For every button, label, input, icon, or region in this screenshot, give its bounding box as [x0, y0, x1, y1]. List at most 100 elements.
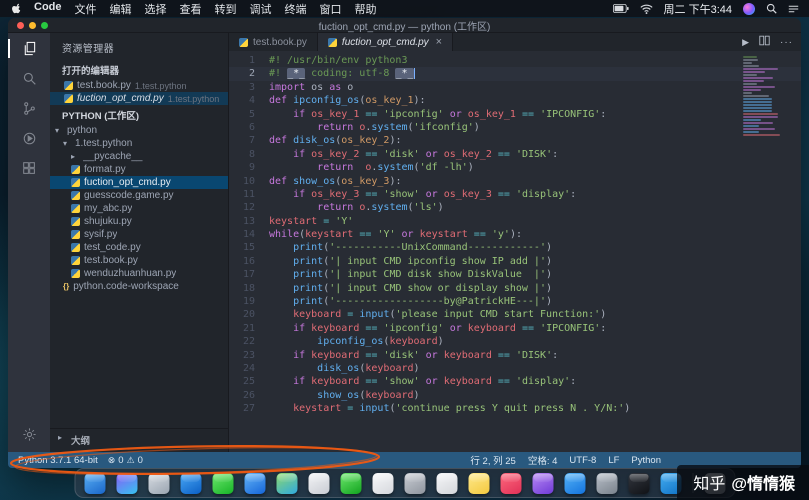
debug-icon[interactable]: [8, 131, 50, 146]
dock-app-maps[interactable]: [276, 472, 297, 494]
line-number[interactable]: 19: [229, 295, 269, 308]
code-line-18[interactable]: 18 print('| input CMD show or display sh…: [229, 282, 801, 295]
open-editors-header[interactable]: 打开的编辑器: [50, 60, 228, 79]
code-line-25[interactable]: 25 if keyboard == 'show' or keyboard == …: [229, 375, 801, 388]
dock-app-app-store[interactable]: [564, 472, 585, 494]
outline-section[interactable]: ▸ 大纲: [50, 428, 228, 452]
line-number[interactable]: 3: [229, 81, 269, 94]
explorer-icon[interactable]: [8, 39, 50, 58]
siri-icon[interactable]: [743, 2, 755, 15]
line-number[interactable]: 16: [229, 255, 269, 268]
problems-indicator[interactable]: ⊗ 0 ⚠ 0: [108, 455, 143, 466]
line-number[interactable]: 18: [229, 282, 269, 295]
tree-item-my_abc.py[interactable]: my_abc.py: [50, 202, 228, 215]
run-file-button[interactable]: ▶: [742, 37, 749, 48]
code-line-6[interactable]: 6 return o.system('ifconfig'): [229, 121, 801, 134]
line-number[interactable]: 23: [229, 349, 269, 362]
python-interpreter-indicator[interactable]: Python 3.7.1 64-bit: [18, 455, 98, 466]
notification-center-icon[interactable]: [788, 4, 799, 14]
code-line-1[interactable]: 1 #! /usr/bin/env python3: [229, 54, 801, 67]
line-number[interactable]: 22: [229, 335, 269, 348]
open-editor-item[interactable]: fuction_opt_cmd.py 1.test.python: [50, 92, 228, 105]
apple-menu-icon[interactable]: [10, 2, 21, 15]
line-number[interactable]: 27: [229, 402, 269, 415]
code-line-16[interactable]: 16 print('| input CMD ipconfig show IP a…: [229, 255, 801, 268]
dock-app-safari[interactable]: [180, 472, 201, 494]
code-line-15[interactable]: 15 print('-----------UnixCommand--------…: [229, 241, 801, 254]
encoding-indicator[interactable]: UTF-8: [569, 455, 596, 466]
battery-icon[interactable]: [612, 4, 629, 13]
code-line-22[interactable]: 22 ipconfig_os(keyboard): [229, 335, 801, 348]
line-number[interactable]: 25: [229, 375, 269, 388]
menu-item-7[interactable]: 终端: [285, 1, 307, 17]
dock-app-terminal[interactable]: [628, 472, 649, 494]
code-line-11[interactable]: 11 if os_key_3 == 'show' or os_key_3 == …: [229, 188, 801, 201]
dock-app-calendar[interactable]: [372, 472, 393, 494]
code-line-17[interactable]: 17 print('| input CMD disk show DiskValu…: [229, 268, 801, 281]
menu-item-8[interactable]: 窗口: [320, 1, 342, 17]
tree-item-test.book.py[interactable]: test.book.py: [50, 254, 228, 267]
line-number[interactable]: 1: [229, 54, 269, 67]
code-line-20[interactable]: 20 keyboard = input('please input CMD st…: [229, 308, 801, 321]
code-line-26[interactable]: 26 show_os(keyboard): [229, 389, 801, 402]
dock-app-siri[interactable]: [116, 472, 137, 494]
line-number[interactable]: 7: [229, 134, 269, 147]
line-number[interactable]: 8: [229, 148, 269, 161]
code-line-4[interactable]: 4 def ipconfig_os(os_key_1):: [229, 94, 801, 107]
split-editor-icon[interactable]: [759, 33, 770, 51]
line-number[interactable]: 5: [229, 108, 269, 121]
source-control-icon[interactable]: [8, 101, 50, 116]
menu-item-3[interactable]: 选择: [145, 1, 167, 17]
code-line-2[interactable]: 2 #! _*_ coding: utf-8 _*_: [229, 67, 801, 81]
menu-item-2[interactable]: 编辑: [110, 1, 132, 17]
dock-app-facetime[interactable]: [340, 472, 361, 494]
tree-item-guesscode.game.py[interactable]: guesscode.game.py: [50, 189, 228, 202]
tree-item-sysif.py[interactable]: sysif.py: [50, 228, 228, 241]
line-number[interactable]: 14: [229, 228, 269, 241]
code-line-27[interactable]: 27 keystart = input('continue press Y qu…: [229, 402, 801, 415]
spotlight-icon[interactable]: [766, 3, 777, 14]
tree-item-format.py[interactable]: format.py: [50, 163, 228, 176]
indentation-indicator[interactable]: 空格: 4: [528, 453, 558, 467]
code-editor[interactable]: 1 #! /usr/bin/env python3 2 #! _*_ coding: …: [229, 51, 801, 452]
line-number[interactable]: 13: [229, 215, 269, 228]
line-number[interactable]: 10: [229, 175, 269, 188]
code-line-23[interactable]: 23 if keyboard == 'disk' or keyboard == …: [229, 349, 801, 362]
more-actions-icon[interactable]: ···: [780, 37, 793, 48]
menubar-clock[interactable]: 周二 下午3:44: [664, 1, 732, 17]
eol-indicator[interactable]: LF: [608, 455, 619, 466]
wifi-icon[interactable]: [639, 4, 653, 14]
titlebar[interactable]: fuction_opt_cmd.py — python (工作区): [8, 18, 801, 33]
line-number[interactable]: 15: [229, 241, 269, 254]
zoom-window-button[interactable]: [41, 21, 48, 29]
tree-item-fuction_opt_cmd.py[interactable]: fuction_opt_cmd.py: [50, 176, 228, 189]
code-line-14[interactable]: 14 while(keystart == 'Y' or keystart == '…: [229, 228, 801, 241]
minimap[interactable]: [741, 54, 797, 139]
code-line-7[interactable]: 7 def disk_os(os_key_2):: [229, 134, 801, 147]
gear-icon[interactable]: [8, 427, 50, 442]
dock-app-photos[interactable]: [308, 472, 329, 494]
code-line-5[interactable]: 5 if os_key_1 == 'ipconfig' or os_key_1 …: [229, 108, 801, 121]
line-number[interactable]: 26: [229, 389, 269, 402]
line-number[interactable]: 9: [229, 161, 269, 174]
code-line-21[interactable]: 21 if keyboard == 'ipconfig' or keyboard…: [229, 322, 801, 335]
code-line-3[interactable]: 3 import os as o: [229, 81, 801, 94]
dock-app-messages[interactable]: [212, 472, 233, 494]
dock-app-contacts[interactable]: [404, 472, 425, 494]
line-number[interactable]: 24: [229, 362, 269, 375]
line-number[interactable]: 21: [229, 322, 269, 335]
menu-item-0[interactable]: Code: [34, 1, 62, 17]
tree-item-__pycache__[interactable]: ▸ __pycache__: [50, 150, 228, 163]
dock-app-finder[interactable]: [84, 472, 105, 494]
line-number[interactable]: 11: [229, 188, 269, 201]
menu-item-1[interactable]: 文件: [75, 1, 97, 17]
code-line-10[interactable]: 10 def show_os(os_key_3):: [229, 175, 801, 188]
close-window-button[interactable]: [17, 21, 24, 29]
menu-item-9[interactable]: 帮助: [355, 1, 377, 17]
code-line-19[interactable]: 19 print('------------------by@PatrickHE…: [229, 295, 801, 308]
tab-fuction-opt-cmd[interactable]: fuction_opt_cmd.py ×: [317, 33, 454, 51]
dock-app-launchpad[interactable]: [148, 472, 169, 494]
dock-app-system-preferences[interactable]: [596, 472, 617, 494]
line-number[interactable]: 17: [229, 268, 269, 281]
line-number[interactable]: 6: [229, 121, 269, 134]
